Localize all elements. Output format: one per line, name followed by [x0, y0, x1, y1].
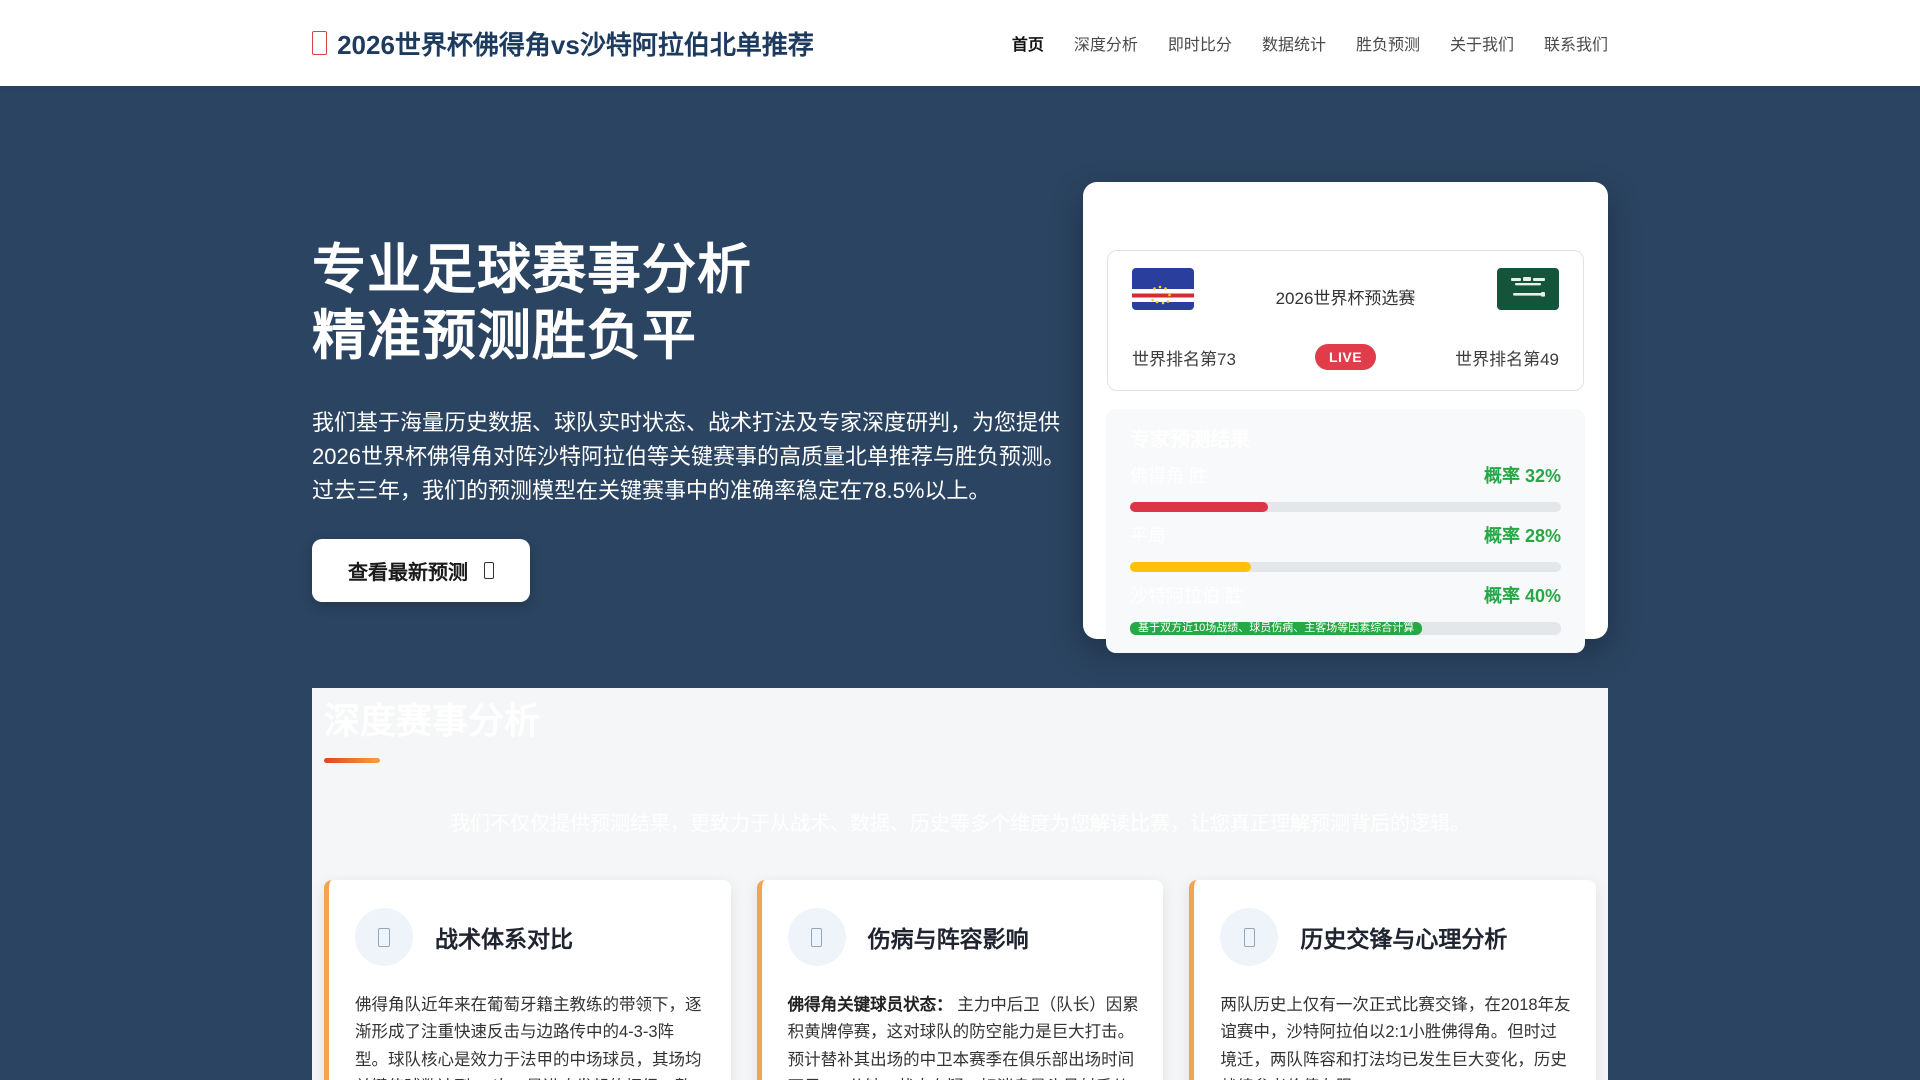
- tactics-icon: [355, 908, 413, 966]
- progress-track: 基于双方近10场战绩、球员伤病、主客场等因素综合计算: [1130, 622, 1561, 635]
- cta-label: 查看最新预测: [348, 561, 468, 584]
- away-rank: 世界排名第49: [1455, 349, 1559, 369]
- main-nav: 首页 深度分析 即时比分 数据统计 胜负预测 关于我们 联系我们: [1012, 31, 1608, 55]
- home-rank: 世界排名第73: [1132, 349, 1236, 369]
- prediction-note: 基于双方近10场战绩、球员伤病、主客场等因素综合计算: [1130, 622, 1423, 635]
- card-title: 历史交锋与心理分析: [1300, 926, 1508, 952]
- card-body: 两队历史上仅有一次正式比赛交锋，在2018年友谊赛中，沙特阿拉伯以2:1小胜佛得…: [1220, 996, 1571, 1080]
- nav-item-about[interactable]: 关于我们: [1450, 31, 1514, 55]
- card-body: 佛得角队近年来在葡萄牙籍主教练的带领下，逐渐形成了注重快速反击与边路传中的4-3…: [355, 996, 702, 1080]
- prediction-probability: 概率 40%: [1483, 586, 1561, 606]
- league-label: 2026世界杯预选赛: [1275, 288, 1416, 308]
- progress-track: [1130, 502, 1561, 512]
- prediction-panel: 专家预测结果 佛得角 胜 概率 32% 平局 概率 28% 沙特阿拉伯 胜 概率…: [1106, 409, 1585, 653]
- prediction-probability: 概率 28%: [1483, 526, 1561, 546]
- nav-item-stats[interactable]: 数据统计: [1262, 31, 1326, 55]
- card-body-lead: 佛得角关键球员状态：: [787, 996, 953, 1014]
- match-header-box: 2026世界杯预选赛 世界排名第73 LIVE 世界排名第49: [1107, 250, 1584, 391]
- hero-heading-line2: 精准预测胜负平: [312, 305, 697, 366]
- progress-fill-home-win: [1130, 502, 1268, 512]
- site-title: 2026世界杯佛得角vs沙特阿拉伯北单推荐: [337, 29, 814, 60]
- nav-item-livescore[interactable]: 即时比分: [1168, 31, 1232, 55]
- section-subtitle: 我们不仅仅提供预测结果，更致力于从战术、数据、历史等多个维度为您解读比赛，让您真…: [450, 813, 1470, 835]
- site-logo[interactable]: 2026世界杯佛得角vs沙特阿拉伯北单推荐: [312, 25, 814, 62]
- football-icon: [312, 30, 328, 56]
- injury-icon: [787, 908, 846, 966]
- hero-description: 我们基于海量历史数据、球队实时状态、战术打法及专家深度研判，为您提供2026世界…: [312, 409, 1065, 504]
- prediction-probability: 概率 32%: [1483, 466, 1561, 486]
- prediction-title: 专家预测结果: [1130, 429, 1250, 451]
- prediction-row-away-win: 沙特阿拉伯 胜 概率 40% 基于双方近10场战绩、球员伤病、主客场等因素综合计…: [1130, 582, 1561, 635]
- progress-track: [1130, 562, 1561, 572]
- analysis-card-tactics: 战术体系对比 佛得角队近年来在葡萄牙籍主教练的带领下，逐渐形成了注重快速反击与边…: [324, 880, 731, 1080]
- card-title: 伤病与阵容影响: [867, 926, 1029, 952]
- prediction-label: 平局: [1130, 526, 1166, 546]
- hero-heading-line1: 专业足球赛事分析: [312, 240, 752, 300]
- nav-item-home[interactable]: 首页: [1012, 31, 1044, 55]
- history-icon: [1220, 908, 1279, 966]
- analysis-cards-row: 战术体系对比 佛得角队近年来在葡萄牙籍主教练的带领下，逐渐形成了注重快速反击与边…: [324, 880, 1597, 1080]
- hero-section: 专业足球赛事分析 精准预测胜负平 我们基于海量历史数据、球队实时状态、战术打法及…: [0, 86, 1920, 688]
- analysis-section: 深度赛事分析 我们不仅仅提供预测结果，更致力于从战术、数据、历史等多个维度为您解…: [312, 688, 1608, 1080]
- hero-heading: 专业足球赛事分析 精准预测胜负平: [312, 238, 1087, 370]
- saudi-arabia-flag: [1496, 268, 1559, 310]
- live-badge: LIVE: [1314, 344, 1377, 370]
- arrow-right-icon: [484, 561, 494, 579]
- progress-fill-draw: [1130, 562, 1251, 572]
- prediction-label: 沙特阿拉伯 胜: [1130, 586, 1244, 606]
- card-body: 佛得角关键球员状态： 主力中后卫（队长）因累积黄牌停赛，这对球队的防空能力是巨大…: [787, 996, 1139, 1080]
- nav-item-contact[interactable]: 联系我们: [1544, 31, 1608, 55]
- section-title: 深度赛事分析: [324, 700, 541, 741]
- match-card: 2026世界杯预选赛 世界排名第73 LIVE 世界排名第49 专家预测结果 佛…: [1083, 182, 1608, 653]
- prediction-row-home-win: 佛得角 胜 概率 32%: [1130, 462, 1561, 512]
- view-latest-prediction-button[interactable]: 查看最新预测: [312, 538, 530, 602]
- analysis-card-history: 历史交锋与心理分析 两队历史上仅有一次正式比赛交锋，在2018年友谊赛中，沙特阿…: [1189, 880, 1597, 1080]
- top-navbar: 2026世界杯佛得角vs沙特阿拉伯北单推荐 首页 深度分析 即时比分 数据统计 …: [0, 0, 1920, 86]
- analysis-card-injuries: 伤病与阵容影响 佛得角关键球员状态： 主力中后卫（队长）因累积黄牌停赛，这对球队…: [756, 880, 1164, 1080]
- card-title: 战术体系对比: [435, 926, 573, 952]
- prediction-row-draw: 平局 概率 28%: [1130, 522, 1561, 572]
- prediction-label: 佛得角 胜: [1130, 466, 1208, 486]
- nav-item-analysis[interactable]: 深度分析: [1074, 31, 1138, 55]
- cape-verde-flag: [1132, 268, 1194, 310]
- title-underline-bar: [324, 758, 380, 763]
- nav-item-prediction[interactable]: 胜负预测: [1356, 31, 1420, 55]
